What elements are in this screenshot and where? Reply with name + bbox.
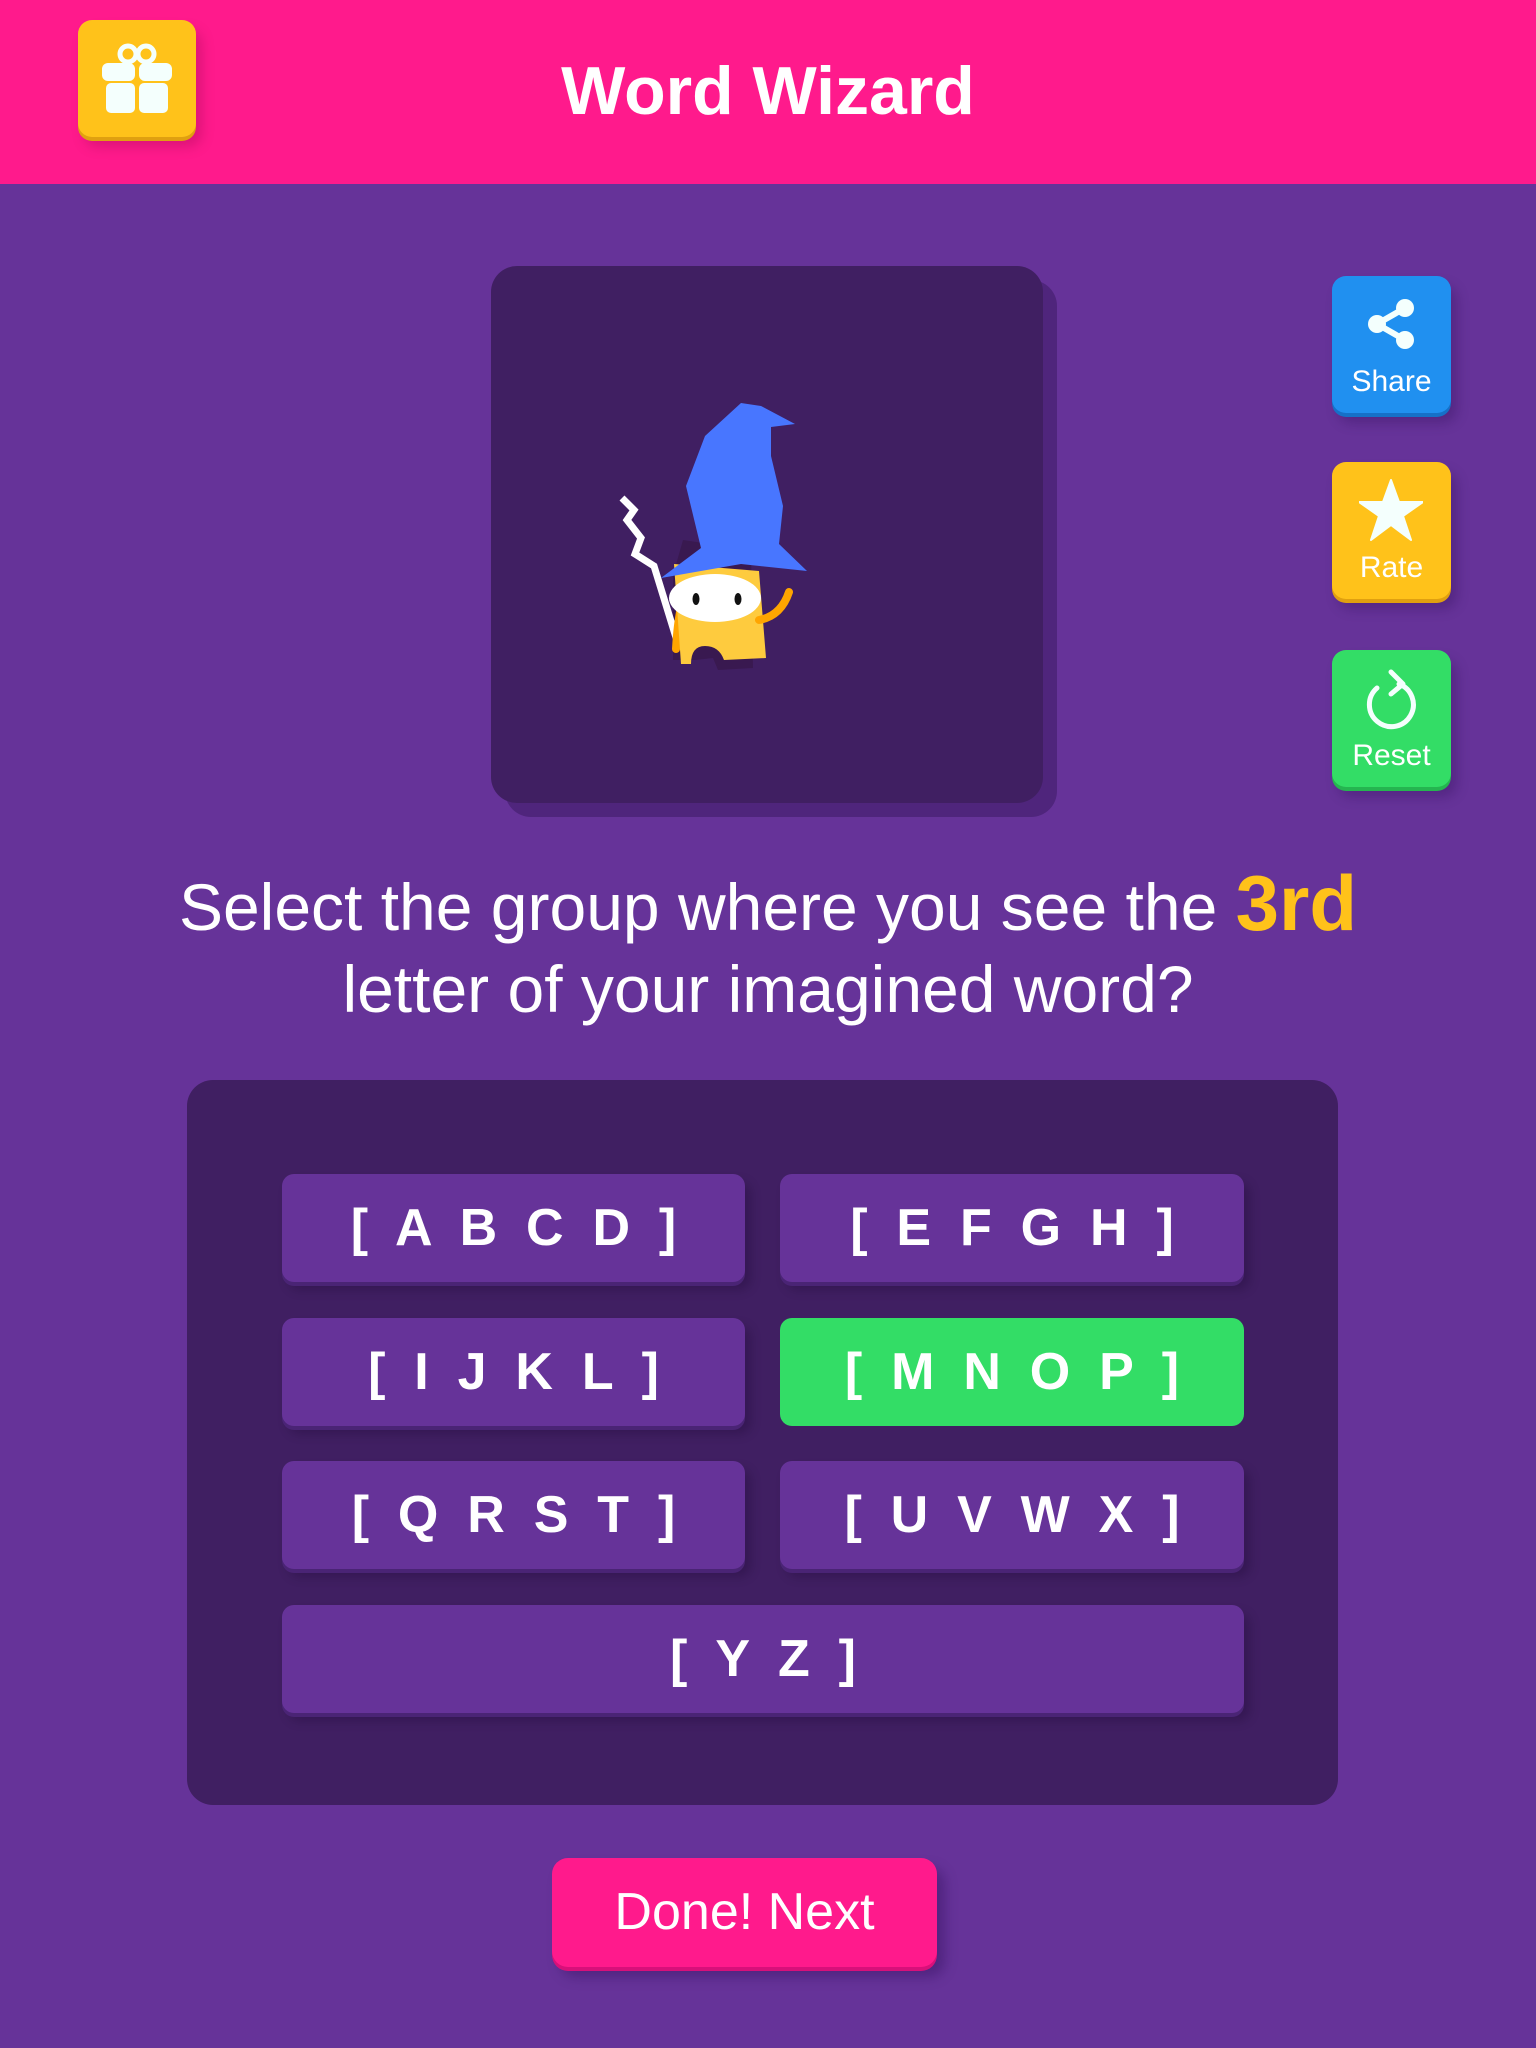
rate-label: Rate bbox=[1359, 551, 1424, 584]
share-icon bbox=[1368, 299, 1414, 349]
star-icon bbox=[1359, 479, 1423, 541]
refresh-icon bbox=[1366, 669, 1416, 730]
reset-label: Reset bbox=[1352, 739, 1431, 772]
share-button[interactable]: Share bbox=[1332, 276, 1451, 413]
app-title: Word Wizard bbox=[561, 53, 975, 129]
done-next-button[interactable]: Done! Next bbox=[552, 1858, 937, 1967]
reset-button[interactable]: Reset bbox=[1332, 650, 1451, 787]
rate-button[interactable]: Rate bbox=[1332, 462, 1451, 599]
group-button-abcd[interactable]: [ A B C D ] bbox=[282, 1174, 745, 1282]
question-text: Select the group where you see the 3rd l… bbox=[100, 862, 1436, 1030]
mascot-card bbox=[491, 266, 1043, 803]
group-button-qrst[interactable]: [ Q R S T ] bbox=[282, 1461, 745, 1569]
group-button-yz[interactable]: [ Y Z ] bbox=[282, 1605, 1244, 1713]
wizard-mascot-icon bbox=[619, 403, 807, 670]
question-suffix: letter of your imagined word? bbox=[342, 952, 1194, 1026]
letter-position-highlight: 3rd bbox=[1235, 859, 1358, 947]
group-button-uvwx[interactable]: [ U V W X ] bbox=[780, 1461, 1244, 1569]
group-button-ijkl[interactable]: [ I J K L ] bbox=[282, 1318, 745, 1426]
letter-groups-panel: [ A B C D ] [ E F G H ] [ I J K L ] [ M … bbox=[187, 1080, 1338, 1805]
group-button-efgh[interactable]: [ E F G H ] bbox=[780, 1174, 1244, 1282]
question-prefix: Select the group where you see the bbox=[178, 870, 1236, 944]
group-button-mnop[interactable]: [ M N O P ] bbox=[780, 1318, 1244, 1426]
app-header: Word Wizard bbox=[0, 0, 1536, 184]
share-label: Share bbox=[1351, 365, 1432, 398]
